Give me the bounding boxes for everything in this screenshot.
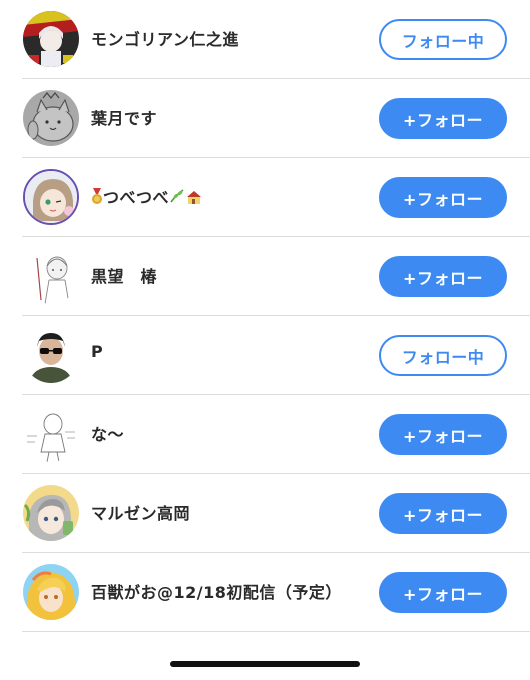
user-name[interactable]: な〜	[91, 421, 124, 445]
cat-sketch-avatar-icon	[23, 90, 79, 146]
list-item[interactable]: つべつべ +フォロー	[0, 158, 530, 237]
avatar[interactable]	[23, 564, 79, 620]
blonde-character-avatar-icon	[23, 564, 79, 620]
anime-boy-avatar-icon	[23, 485, 79, 541]
list-item[interactable]: 百獣がお@12/18初配信（予定） +フォロー	[0, 553, 530, 632]
user-name-text: つべつべ	[103, 188, 170, 207]
list-item[interactable]: 黒望 椿 +フォロー	[0, 237, 530, 316]
follow-button[interactable]: +フォロー	[379, 572, 507, 613]
avatar[interactable]	[23, 327, 79, 383]
home-indicator[interactable]	[170, 661, 360, 667]
list-item[interactable]: な〜 +フォロー	[0, 395, 530, 474]
user-name[interactable]: 黒望 椿	[91, 263, 157, 287]
sunglasses-person-avatar-icon	[23, 327, 79, 383]
user-name[interactable]: モンゴリアン仁之進	[91, 26, 239, 50]
line-drawing-avatar-icon	[23, 406, 79, 462]
user-name[interactable]: 葉月です	[91, 105, 157, 129]
list-item[interactable]: モンゴリアン仁之進 フォロー中	[0, 0, 530, 79]
user-name[interactable]: P	[91, 342, 103, 361]
anime-character-avatar-icon	[23, 11, 79, 67]
avatar[interactable]	[23, 169, 79, 225]
follow-button[interactable]: +フォロー	[379, 98, 507, 139]
list-item[interactable]: マルゼン高岡 +フォロー	[0, 474, 530, 553]
user-name[interactable]: つべつべ	[91, 184, 203, 209]
user-name[interactable]: 百獣がお@12/18初配信（予定）	[91, 579, 342, 603]
following-button[interactable]: フォロー中	[379, 335, 507, 376]
avatar[interactable]	[23, 485, 79, 541]
list-item[interactable]: P フォロー中	[0, 316, 530, 395]
house-plant-icon	[169, 188, 203, 209]
list-item[interactable]: 葉月です +フォロー	[0, 79, 530, 158]
follow-button[interactable]: +フォロー	[379, 414, 507, 455]
follow-button[interactable]: +フォロー	[379, 256, 507, 297]
medal-icon	[91, 188, 103, 209]
avatar[interactable]	[23, 90, 79, 146]
following-button[interactable]: フォロー中	[379, 19, 507, 60]
avatar[interactable]	[23, 11, 79, 67]
user-list: モンゴリアン仁之進 フォロー中 葉月です +フォロー つべつべ +フォロー 黒望…	[0, 0, 530, 632]
user-name[interactable]: マルゼン高岡	[91, 500, 190, 524]
anime-girl-avatar-icon	[25, 171, 77, 223]
follow-button[interactable]: +フォロー	[379, 177, 507, 218]
follow-button[interactable]: +フォロー	[379, 493, 507, 534]
avatar[interactable]	[23, 248, 79, 304]
sketch-character-avatar-icon	[23, 248, 79, 304]
avatar[interactable]	[23, 406, 79, 462]
